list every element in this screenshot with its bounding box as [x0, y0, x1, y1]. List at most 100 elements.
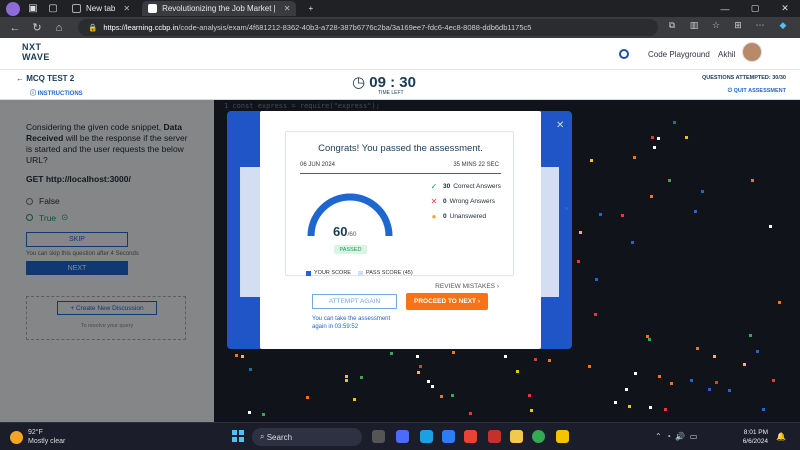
- test-title: ← MCQ TEST 2: [16, 74, 75, 83]
- stopwatch-icon[interactable]: [619, 49, 629, 59]
- tab-label: Revolutionizing the Job Market |: [162, 4, 276, 13]
- confetti-piece: [749, 334, 753, 338]
- confetti-piece: [632, 156, 636, 160]
- close-icon[interactable]: ✕: [556, 120, 564, 131]
- check-icon: ✓: [430, 182, 438, 191]
- workspaces-icon[interactable]: ▣: [26, 2, 40, 16]
- clock[interactable]: 8:01 PM 6/6/2024: [734, 428, 768, 446]
- confetti-piece: [771, 378, 775, 382]
- legend-swatch: [306, 270, 311, 276]
- confetti-piece: [576, 259, 580, 263]
- file-explorer-icon[interactable]: [510, 430, 523, 443]
- site-favicon-icon: [148, 4, 158, 13]
- confetti-piece: [588, 365, 592, 369]
- confetti-piece: [621, 213, 625, 217]
- confetti-piece: [613, 401, 617, 405]
- confetti-piece: [625, 388, 629, 392]
- media-icon[interactable]: [488, 430, 501, 443]
- confetti-piece: [664, 408, 668, 412]
- confetti-piece: [578, 231, 582, 235]
- edge-icon[interactable]: [420, 430, 433, 443]
- chrome-icon[interactable]: [532, 430, 545, 443]
- review-mistakes-link[interactable]: REVIEW MISTAKES ›: [435, 283, 499, 290]
- instructions-link[interactable]: ⓘ INSTRUCTIONS: [30, 88, 83, 97]
- back-arrow-icon[interactable]: ←: [16, 74, 26, 83]
- confetti-piece: [668, 178, 672, 182]
- confetti-piece: [685, 135, 689, 139]
- teams-icon[interactable]: [396, 430, 409, 443]
- confetti-piece: [673, 120, 677, 124]
- close-window-icon[interactable]: ✕: [770, 3, 800, 14]
- lock-icon: 🔒: [88, 23, 98, 32]
- result-title: Congrats! You passed the assessment.: [318, 143, 483, 154]
- confetti-piece: [450, 394, 454, 398]
- confetti-piece: [419, 364, 423, 368]
- confetti-piece: [593, 313, 597, 317]
- confetti-piece: [755, 350, 759, 354]
- new-tab-button[interactable]: +: [302, 1, 319, 16]
- back-icon[interactable]: ←: [8, 22, 22, 34]
- legend-pass-score: PASS SCORE (45): [358, 270, 413, 276]
- url-field[interactable]: 🔒 https://learning.ccbp.in /code-analysi…: [78, 19, 658, 36]
- confetti-piece: [390, 351, 394, 355]
- more-menu-icon[interactable]: ⋯: [753, 20, 767, 34]
- taskbar-search[interactable]: ⌕ Search: [252, 428, 362, 446]
- notification-bell-icon[interactable]: 🔔: [776, 432, 786, 441]
- confetti-piece: [503, 355, 507, 359]
- confetti-piece: [594, 278, 598, 282]
- result-modal: Congrats! You passed the assessment. 06 …: [260, 111, 541, 349]
- confetti-piece: [417, 370, 421, 374]
- confetti-piece: [657, 136, 661, 140]
- copilot-icon[interactable]: ◆: [776, 20, 790, 34]
- stat-correct: ✓ 30 Correct Answers: [430, 182, 501, 191]
- confetti-piece: [515, 370, 519, 374]
- home-icon[interactable]: ⌂: [52, 22, 66, 34]
- collections-icon[interactable]: ⊞: [731, 20, 745, 34]
- confetti-piece: [235, 353, 239, 357]
- close-tab-icon[interactable]: ✕: [284, 4, 291, 13]
- tab-actions-icon[interactable]: ▢: [46, 2, 60, 16]
- close-tab-icon[interactable]: ✕: [123, 4, 130, 13]
- attempt-again-button[interactable]: ATTEMPT AGAIN: [312, 294, 397, 309]
- app-icon[interactable]: [556, 430, 569, 443]
- app-header: NXT WAVE Code Playground Akhil: [0, 38, 800, 70]
- weather-widget[interactable]: 92°F Mostly clear: [10, 428, 65, 446]
- taskbar: 92°F Mostly clear ⌕ Search ⌃ ◔ 🔊 ▭ 8:01 P…: [0, 422, 800, 450]
- windows-start-icon[interactable]: [232, 430, 244, 442]
- search-icon: ⌕: [260, 432, 267, 441]
- tab-active[interactable]: Revolutionizing the Job Market | ✕: [142, 1, 297, 16]
- extensions-icon[interactable]: ⧉: [665, 20, 679, 34]
- favorites-icon[interactable]: ☆: [709, 20, 723, 34]
- task-view-icon[interactable]: [372, 430, 385, 443]
- confetti-piece: [761, 407, 765, 411]
- quit-assessment-button[interactable]: ⏻ QUIT ASSESSMENT: [728, 88, 786, 95]
- maximize-icon[interactable]: ▢: [740, 3, 770, 14]
- confetti-piece: [633, 371, 637, 375]
- minimize-icon[interactable]: —: [710, 4, 740, 14]
- split-screen-icon[interactable]: ▥: [687, 20, 701, 34]
- store-icon[interactable]: [442, 430, 455, 443]
- avatar[interactable]: [742, 42, 762, 62]
- confetti-piece: [650, 195, 654, 199]
- dot-icon: ●: [431, 212, 437, 221]
- score-value: 60/60: [333, 224, 357, 239]
- xbox-icon[interactable]: [464, 430, 477, 443]
- nxtwave-logo[interactable]: NXT WAVE: [22, 42, 50, 62]
- tab-new-tab[interactable]: New tab ✕: [66, 1, 136, 16]
- confetti-piece: [742, 362, 746, 366]
- confetti-piece: [360, 376, 364, 380]
- confetti-piece: [708, 388, 712, 392]
- user-name: Akhil: [718, 50, 736, 59]
- proceed-to-next-button[interactable]: PROCEED TO NEXT ›: [406, 293, 488, 310]
- browser-tab-bar: ▣ ▢ New tab ✕ Revolutionizing the Job Ma…: [0, 0, 800, 17]
- questions-attempted: QUESTIONS ATTEMPTED: 30/30: [701, 75, 786, 81]
- refresh-icon[interactable]: ↻: [30, 21, 44, 34]
- system-tray-icons[interactable]: ⌃ ◔ 🔊 ▭: [655, 432, 697, 441]
- profile-icon[interactable]: [6, 1, 20, 16]
- result-date: 06 JUN 2024: [300, 162, 336, 168]
- legend-your-score: YOUR SCORE: [306, 270, 351, 276]
- confetti-piece: [345, 375, 348, 379]
- url-path: /code-analysis/exam/4f681212-8362-40b3-a…: [178, 23, 532, 32]
- code-playground-link[interactable]: Code Playground: [648, 50, 710, 59]
- confetti-piece: [565, 207, 569, 211]
